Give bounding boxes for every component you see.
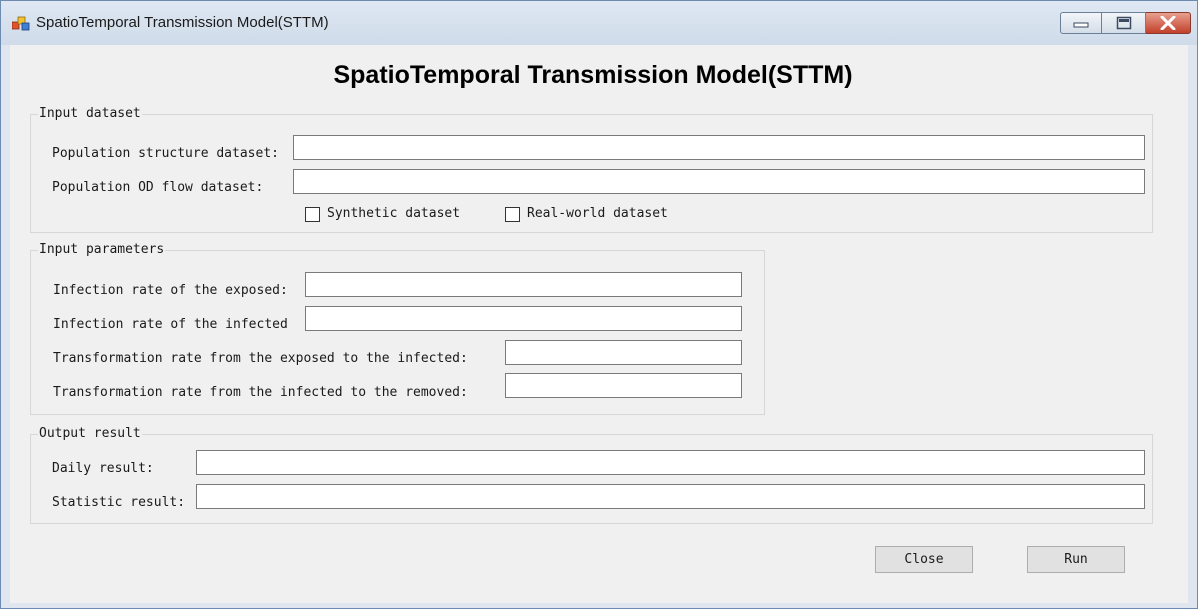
maximize-button[interactable] <box>1102 12 1146 34</box>
maximize-icon <box>1116 16 1131 30</box>
daily-result-label: Daily result: <box>52 461 154 476</box>
statistic-result-label: Statistic result: <box>52 495 186 510</box>
population-structure-label: Population structure dataset: <box>52 146 279 161</box>
input-parameters-legend: Input parameters <box>38 242 166 258</box>
transformation-infected-removed-label: Transformation rate from the infected to… <box>53 385 468 400</box>
output-result-legend: Output result <box>38 426 142 442</box>
minimize-button[interactable] <box>1060 12 1102 34</box>
population-od-flow-label: Population OD flow dataset: <box>52 180 264 195</box>
form-client-area: SpatioTemporal Transmission Model(STTM) … <box>10 45 1188 603</box>
daily-result-input[interactable] <box>196 450 1145 475</box>
synthetic-dataset-checkbox-box[interactable] <box>305 207 320 222</box>
infection-rate-infected-label: Infection rate of the infected <box>53 317 288 332</box>
close-icon <box>1160 16 1176 30</box>
realworld-dataset-checkbox-box[interactable] <box>505 207 520 222</box>
title-bar[interactable]: SpatioTemporal Transmission Model(STTM) <box>1 1 1197 45</box>
realworld-dataset-label: Real-world dataset <box>527 206 668 221</box>
transformation-exposed-infected-label: Transformation rate from the exposed to … <box>53 351 468 366</box>
synthetic-dataset-checkbox[interactable]: Synthetic dataset <box>305 206 475 223</box>
infection-rate-exposed-label: Infection rate of the exposed: <box>53 283 288 298</box>
population-structure-input[interactable] <box>293 135 1145 160</box>
infection-rate-infected-input[interactable] <box>305 306 742 331</box>
page-title: SpatioTemporal Transmission Model(STTM) <box>333 61 853 89</box>
synthetic-dataset-label: Synthetic dataset <box>327 206 461 221</box>
window-title: SpatioTemporal Transmission Model(STTM) <box>36 14 329 31</box>
run-button[interactable]: Run <box>1027 546 1125 573</box>
close-window-button[interactable] <box>1146 12 1191 34</box>
close-button[interactable]: Close <box>875 546 973 573</box>
transformation-infected-removed-input[interactable] <box>505 373 742 398</box>
realworld-dataset-checkbox[interactable]: Real-world dataset <box>505 206 685 223</box>
app-icon <box>12 16 30 31</box>
statistic-result-input[interactable] <box>196 484 1145 509</box>
output-result-group: Output result <box>30 426 1153 524</box>
transformation-exposed-infected-input[interactable] <box>505 340 742 365</box>
input-dataset-legend: Input dataset <box>38 106 142 122</box>
population-od-flow-input[interactable] <box>293 169 1145 194</box>
minimize-icon <box>1073 22 1089 28</box>
application-window: SpatioTemporal Transmission Model(STTM) … <box>0 0 1198 609</box>
infection-rate-exposed-input[interactable] <box>305 272 742 297</box>
